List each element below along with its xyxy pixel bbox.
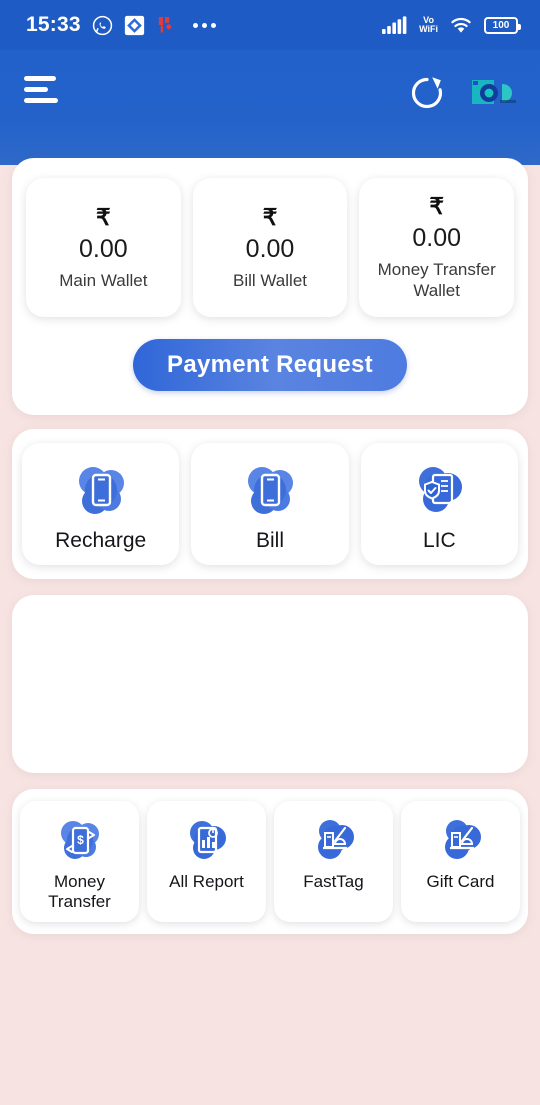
- status-time: 15:33: [26, 13, 81, 36]
- toll-booth-icon: [305, 813, 363, 867]
- brand-logo: [472, 78, 518, 108]
- insurance-document-icon: [403, 457, 475, 523]
- service-card-recharge[interactable]: Recharge: [22, 443, 180, 565]
- mobile-recharge-icon: [65, 457, 137, 523]
- service-label: Bill: [255, 529, 284, 552]
- wallet-label: Bill Wallet: [233, 270, 307, 290]
- bottom-label: FastTag: [303, 872, 364, 891]
- hamburger-menu-icon[interactable]: [24, 72, 60, 103]
- bottom-label: Money Transfer: [48, 872, 111, 911]
- wallet-card-money-transfer[interactable]: ₹ 0.00 Money Transfer Wallet: [359, 178, 515, 317]
- battery-icon: 100: [484, 16, 521, 34]
- app-bar: [0, 50, 540, 165]
- report-chart-icon: [178, 813, 236, 867]
- bottom-card-money-transfer[interactable]: $ Money Transfer: [20, 801, 139, 922]
- notification-icon: [156, 16, 173, 35]
- wifi-icon: [449, 16, 473, 35]
- more-dots-icon: [192, 22, 216, 28]
- service-card-bill[interactable]: Bill: [191, 443, 349, 565]
- mobile-bill-icon: [234, 457, 306, 523]
- wallet-panel: ₹ 0.00 Main Wallet ₹ 0.00 Bill Wallet ₹ …: [12, 158, 528, 415]
- payment-request-row: Payment Request: [26, 339, 514, 391]
- signal-bars-icon: [382, 15, 408, 35]
- wallet-row: ₹ 0.00 Main Wallet ₹ 0.00 Bill Wallet ₹ …: [26, 178, 515, 317]
- wallet-card-main[interactable]: ₹ 0.00 Main Wallet: [26, 178, 181, 317]
- payment-request-button[interactable]: Payment Request: [133, 339, 407, 391]
- wallet-amount: 0.00: [245, 234, 295, 263]
- wallet-amount: 0.00: [79, 234, 128, 263]
- wallet-amount: 0.00: [412, 224, 462, 252]
- status-bar-left: 15:33: [26, 13, 216, 37]
- money-transfer-icon: $: [51, 813, 109, 867]
- battery-level: 100: [492, 19, 510, 31]
- app-bar-actions: [408, 72, 518, 112]
- bottom-card-all-report[interactable]: All Report: [147, 801, 266, 922]
- refresh-icon[interactable]: [408, 74, 446, 112]
- service-card-lic[interactable]: LIC: [360, 443, 518, 565]
- status-bar-right: Vo WiFi 100: [382, 15, 521, 35]
- wallet-label: Main Wallet: [59, 270, 148, 290]
- currency-symbol: ₹: [429, 193, 444, 219]
- gift-card-icon: [432, 813, 490, 867]
- service-label: LIC: [422, 529, 456, 552]
- bottom-card-gift-card[interactable]: Gift Card: [401, 801, 520, 922]
- status-bar: 15:33 Vo WiFi 100: [0, 0, 540, 50]
- service-label: Recharge: [55, 529, 147, 552]
- svg-text:$: $: [77, 833, 84, 847]
- maps-icon: [124, 15, 145, 36]
- banner-carousel[interactable]: [12, 595, 528, 773]
- currency-symbol: ₹: [96, 203, 111, 230]
- bottom-card-fasttag[interactable]: FastTag: [274, 801, 393, 922]
- bottom-label: All Report: [169, 872, 244, 891]
- vowifi-icon: Vo WiFi: [419, 16, 438, 34]
- bottom-label: Gift Card: [426, 872, 495, 891]
- currency-symbol: ₹: [262, 203, 278, 230]
- whatsapp-icon: [92, 15, 113, 36]
- wallet-card-bill[interactable]: ₹ 0.00 Bill Wallet: [192, 178, 348, 317]
- services-panel: Recharge Bill LIC: [12, 429, 528, 579]
- vowifi-label-bottom: WiFi: [419, 24, 438, 34]
- wallet-label: Money Transfer Wallet: [377, 260, 496, 300]
- main-content: ₹ 0.00 Main Wallet ₹ 0.00 Bill Wallet ₹ …: [0, 158, 540, 934]
- bottom-services-panel: $ Money Transfer All Report FastTag Gift…: [12, 789, 528, 934]
